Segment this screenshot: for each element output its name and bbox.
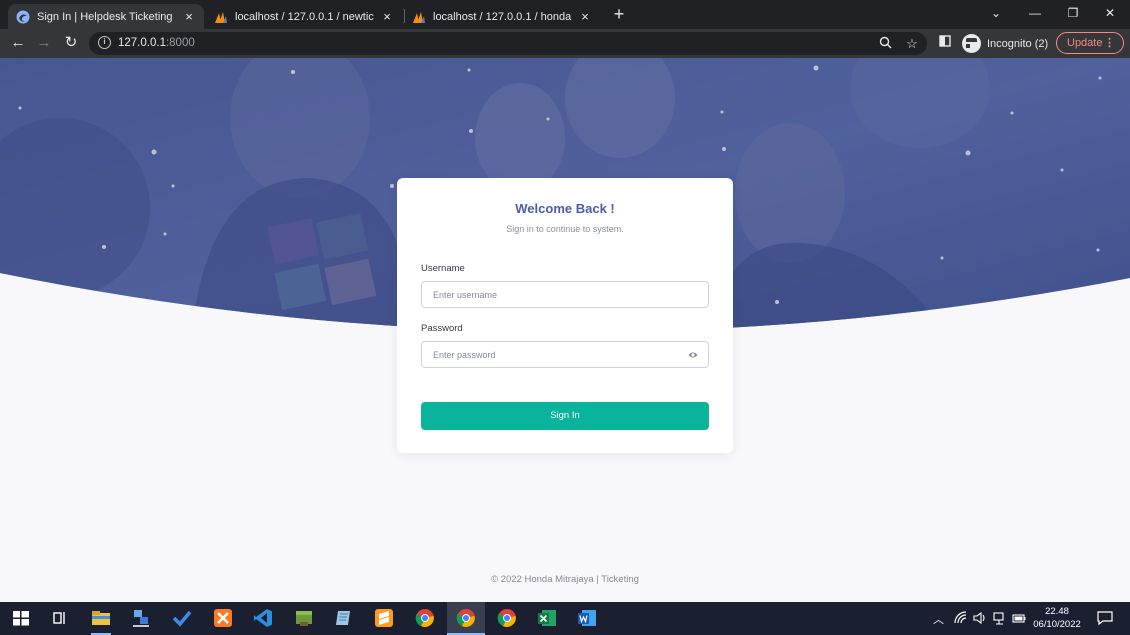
site-info-icon[interactable]: i	[98, 36, 111, 49]
tab-label: localhost / 127.0.0.1 / hondami1_	[433, 10, 572, 23]
file-explorer-icon[interactable]	[91, 608, 111, 628]
notepad-app-icon[interactable]	[334, 608, 354, 628]
tab-label: Sign In | Helpdesk Ticketing System	[37, 10, 176, 23]
login-card: Welcome Back ! Sign in to continue to sy…	[397, 178, 733, 453]
side-panel-icon[interactable]	[937, 35, 953, 51]
incognito-label: Incognito (2)	[987, 37, 1049, 50]
zoom-search-icon[interactable]	[877, 36, 893, 52]
restore-button[interactable]: ❐	[1059, 4, 1087, 22]
url-text[interactable]: 127.0.0.1:8000	[118, 37, 195, 49]
input-language-icon[interactable]	[993, 611, 1007, 625]
address-bar[interactable]: i 127.0.0.1:8000 ☆	[89, 32, 927, 55]
system-clock[interactable]: 22.48 06/10/2022	[1026, 605, 1088, 631]
password-field[interactable]	[421, 341, 709, 368]
page-title: Welcome Back !	[515, 201, 615, 216]
minecraft-icon[interactable]	[294, 608, 314, 628]
volume-icon[interactable]	[973, 611, 987, 625]
excel-icon[interactable]	[537, 608, 557, 628]
windows-start-icon[interactable]	[11, 608, 31, 628]
xampp-icon[interactable]	[213, 608, 233, 628]
chrome-icon[interactable]	[456, 608, 476, 628]
notification-center-icon[interactable]	[1097, 610, 1113, 626]
url-port: :8000	[165, 37, 195, 49]
reload-icon[interactable]: ↻	[61, 34, 81, 52]
sign-in-button[interactable]: Sign In	[421, 402, 709, 430]
more-menu-icon[interactable]: ⋮	[1104, 33, 1115, 53]
close-tab-icon[interactable]: ×	[578, 9, 592, 24]
close-tab-icon[interactable]: ×	[380, 9, 394, 24]
phpmyadmin-icon	[215, 11, 227, 23]
tab-label: localhost / 127.0.0.1 / newticket /	[235, 10, 374, 23]
username-input[interactable]	[422, 282, 708, 307]
tab-phpmyadmin-newticket[interactable]: localhost / 127.0.0.1 / newticket / ×	[206, 4, 402, 29]
vscode-icon[interactable]	[253, 608, 273, 628]
url-host: 127.0.0.1	[118, 37, 166, 49]
battery-icon[interactable]	[1012, 611, 1026, 625]
close-window-button[interactable]: ✕	[1096, 4, 1124, 22]
update-button[interactable]: Update ⋮	[1056, 32, 1124, 54]
chrome-icon[interactable]	[497, 608, 517, 628]
close-tab-icon[interactable]: ×	[182, 9, 196, 24]
password-input[interactable]	[422, 342, 708, 367]
username-field[interactable]	[421, 281, 709, 308]
tab-phpmyadmin-hondami[interactable]: localhost / 127.0.0.1 / hondami1_ ×	[404, 4, 600, 29]
site-favicon-icon	[16, 10, 30, 23]
password-label: Password	[421, 323, 463, 334]
clock-time: 22.48	[1045, 606, 1069, 617]
back-arrow-icon[interactable]: ←	[8, 34, 28, 52]
minimize-button[interactable]: —	[1021, 4, 1049, 22]
tab-search-button[interactable]: ⌄	[982, 4, 1010, 22]
incognito-icon	[962, 34, 985, 53]
task-view-icon[interactable]	[50, 608, 70, 628]
show-hidden-icons-chevron-icon[interactable]: ︿	[933, 611, 944, 627]
chrome-icon[interactable]	[415, 608, 435, 628]
footer-copyright: © 2022 Honda Mitrajaya | Ticketing	[491, 574, 639, 585]
tab-sign-in[interactable]: Sign In | Helpdesk Ticketing System ×	[8, 4, 204, 29]
sublime-app-icon[interactable]	[374, 608, 394, 628]
todo-check-icon[interactable]	[172, 608, 192, 628]
bookmark-star-icon[interactable]: ☆	[904, 36, 920, 52]
browser-toolbar: ← → ↻ i 127.0.0.1:8000 ☆ Incognito (2) U…	[0, 29, 1130, 58]
clock-date: 06/10/2022	[1033, 619, 1081, 630]
browser-tab-bar: Sign In | Helpdesk Ticketing System × lo…	[0, 0, 1130, 29]
forward-arrow-icon[interactable]: →	[34, 34, 54, 52]
incognito-indicator[interactable]: Incognito (2)	[962, 34, 1048, 53]
word-icon[interactable]	[577, 608, 597, 628]
phpmyadmin-icon	[413, 11, 425, 23]
wifi-icon[interactable]	[954, 611, 968, 625]
update-label: Update	[1067, 37, 1103, 49]
network-app-icon[interactable]	[131, 608, 151, 628]
windows-taskbar: ︿ 22.48 06/10/2022	[0, 602, 1130, 635]
username-label: Username	[421, 263, 465, 274]
page-subtitle: Sign in to continue to system.	[506, 224, 624, 234]
page-viewport: Welcome Back ! Sign in to continue to sy…	[0, 58, 1130, 602]
show-password-eye-icon[interactable]	[688, 351, 698, 359]
new-tab-button[interactable]: +	[610, 5, 628, 23]
